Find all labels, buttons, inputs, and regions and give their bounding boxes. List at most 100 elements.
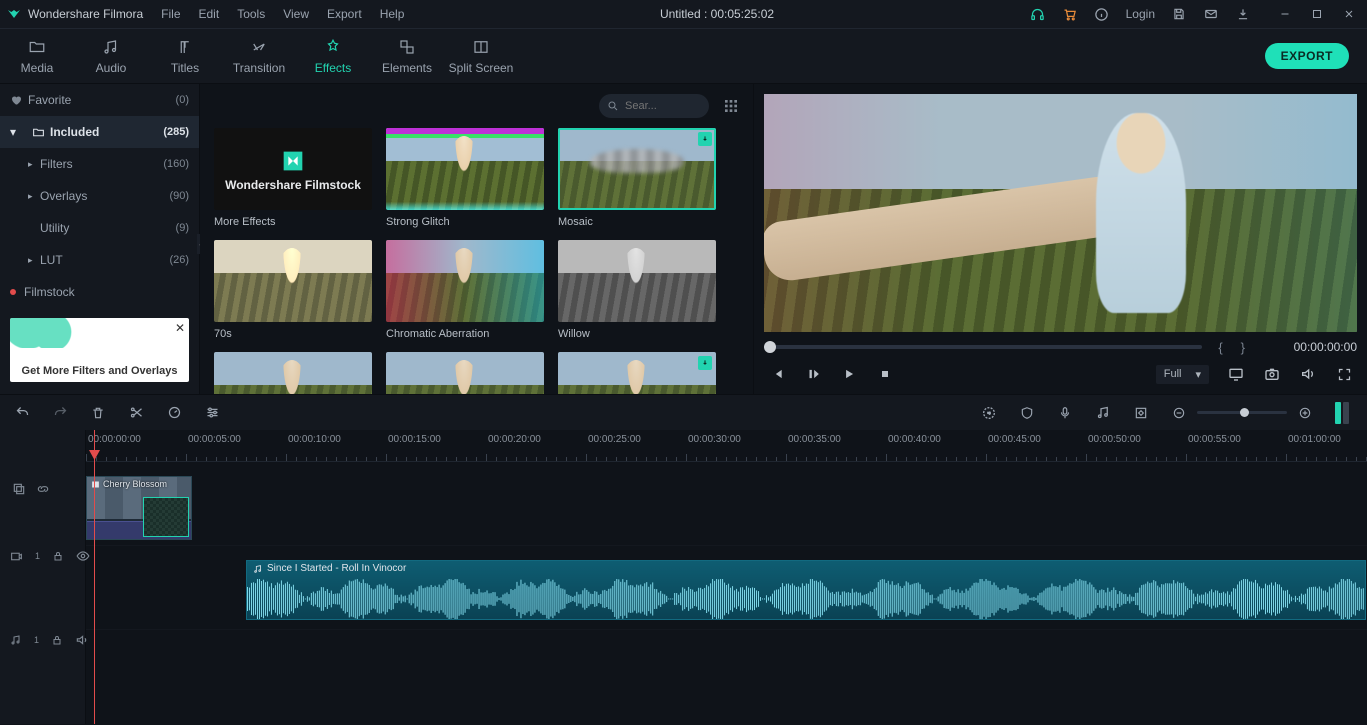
- view-grid-icon[interactable]: [723, 98, 739, 114]
- headset-icon[interactable]: [1030, 6, 1046, 22]
- export-button[interactable]: EXPORT: [1265, 43, 1349, 69]
- play-icon[interactable]: [840, 365, 858, 383]
- timeline-body[interactable]: 00:00:00:0000:00:05:0000:00:10:0000:00:1…: [86, 430, 1367, 724]
- track-size-toggle[interactable]: [1335, 402, 1353, 424]
- tab-transition[interactable]: Transition: [222, 29, 296, 83]
- video-track[interactable]: Cherry Blossom: [86, 462, 1367, 546]
- mark-in-icon[interactable]: {: [1218, 340, 1222, 355]
- marker-shield-icon[interactable]: [1019, 405, 1035, 421]
- delete-icon[interactable]: [90, 405, 106, 421]
- preview-scrubber: { } 00:00:00:00: [764, 340, 1357, 354]
- tab-icon: [176, 37, 194, 57]
- promo-card[interactable]: ✕ Get More Filters and Overlays: [10, 318, 189, 382]
- tab-elements[interactable]: Elements: [370, 29, 444, 83]
- preview-viewport[interactable]: [764, 94, 1357, 332]
- zoom-out-icon[interactable]: [1171, 405, 1187, 421]
- effect-thumb[interactable]: Willow: [558, 240, 716, 340]
- timeline-ruler[interactable]: 00:00:00:0000:00:05:0000:00:10:0000:00:1…: [86, 430, 1367, 462]
- minimize-icon[interactable]: [1277, 6, 1293, 22]
- stop-icon[interactable]: [876, 365, 894, 383]
- redo-icon[interactable]: [52, 405, 68, 421]
- keyframe-icon[interactable]: [1133, 405, 1149, 421]
- menu-export[interactable]: Export: [327, 7, 362, 21]
- fullscreen-icon[interactable]: [1335, 365, 1353, 383]
- maximize-icon[interactable]: [1309, 6, 1325, 22]
- search-box[interactable]: [599, 94, 709, 118]
- preview-panel: { } 00:00:00:00 Full ▾: [753, 84, 1367, 394]
- adjust-icon[interactable]: [204, 405, 220, 421]
- close-icon[interactable]: [1341, 6, 1357, 22]
- snapshot-icon[interactable]: [1263, 365, 1281, 383]
- tab-titles[interactable]: Titles: [148, 29, 222, 83]
- effect-thumb[interactable]: Wondershare FilmstockMore Effects: [214, 128, 372, 228]
- promo-art: [10, 318, 84, 348]
- lock-track-icon[interactable]: [52, 550, 64, 562]
- sidebar-item-filters[interactable]: ▸ Filters(160): [0, 148, 199, 180]
- preview-controls: Full ▾: [754, 354, 1367, 394]
- tab-audio[interactable]: Audio: [74, 29, 148, 83]
- sidebar-included[interactable]: ▾ Included (285): [0, 116, 199, 148]
- step-back-icon[interactable]: [768, 365, 786, 383]
- lock-track-icon[interactable]: [51, 634, 63, 646]
- sidebar-favorite[interactable]: Favorite (0): [0, 84, 199, 116]
- film-icon: [91, 480, 100, 489]
- download-icon[interactable]: [1235, 6, 1251, 22]
- voiceover-icon[interactable]: [1057, 405, 1073, 421]
- promo-close-icon[interactable]: ✕: [175, 321, 185, 335]
- sidebar-item-overlays[interactable]: ▸ Overlays(90): [0, 180, 199, 212]
- effect-thumb[interactable]: [386, 352, 544, 394]
- sidebar-item-lut[interactable]: ▸ LUT(26): [0, 244, 199, 276]
- audio-clip[interactable]: Since I Started - Roll In Vinocor: [246, 560, 1366, 620]
- render-icon[interactable]: [981, 405, 997, 421]
- menu-view[interactable]: View: [283, 7, 309, 21]
- effect-thumb[interactable]: Mosaic: [558, 128, 716, 228]
- zoom-knob[interactable]: [1240, 408, 1249, 417]
- undo-icon[interactable]: [14, 405, 30, 421]
- volume-icon[interactable]: [1299, 365, 1317, 383]
- heart-icon: [10, 94, 28, 106]
- display-icon[interactable]: [1227, 365, 1245, 383]
- speed-icon[interactable]: [166, 405, 182, 421]
- split-icon[interactable]: [128, 405, 144, 421]
- scrub-track[interactable]: [764, 345, 1202, 349]
- video-clip[interactable]: Cherry Blossom: [86, 476, 192, 540]
- save-icon[interactable]: [1171, 6, 1187, 22]
- play-pause-icon[interactable]: [804, 365, 822, 383]
- audio-track[interactable]: Since I Started - Roll In Vinocor: [86, 546, 1367, 630]
- login-button[interactable]: Login: [1126, 7, 1155, 21]
- menu-file[interactable]: File: [161, 7, 180, 21]
- tab-icon: [324, 37, 342, 57]
- applied-effect-indicator[interactable]: [143, 497, 189, 537]
- sidebar-filmstock[interactable]: Filmstock: [0, 276, 199, 308]
- quality-select[interactable]: Full ▾: [1156, 365, 1209, 384]
- effect-thumb[interactable]: [214, 352, 372, 394]
- zoom-slider[interactable]: [1197, 411, 1287, 414]
- video-track-icon: [10, 550, 23, 563]
- promo-text: Get More Filters and Overlays: [10, 365, 189, 378]
- effect-thumb[interactable]: 70s: [214, 240, 372, 340]
- tab-effects[interactable]: Effects: [296, 29, 370, 83]
- audio-mix-icon[interactable]: [1095, 405, 1111, 421]
- sidebar-item-utility[interactable]: Utility(9): [0, 212, 199, 244]
- playhead[interactable]: [94, 430, 95, 724]
- menu-tools[interactable]: Tools: [237, 7, 265, 21]
- menu-edit[interactable]: Edit: [199, 7, 220, 21]
- zoom-in-icon[interactable]: [1297, 405, 1313, 421]
- effect-thumb[interactable]: Strong Glitch: [386, 128, 544, 228]
- tab-media[interactable]: Media: [0, 29, 74, 83]
- tab-icon: [250, 37, 268, 57]
- ruler-label: 00:00:25:00: [588, 434, 641, 445]
- cart-icon[interactable]: [1062, 6, 1078, 22]
- tab-split-screen[interactable]: Split Screen: [444, 29, 518, 83]
- info-icon[interactable]: [1094, 6, 1110, 22]
- link-track-icon[interactable]: [36, 482, 85, 496]
- effect-thumb[interactable]: Chromatic Aberration: [386, 240, 544, 340]
- search-input[interactable]: [625, 100, 695, 112]
- mark-out-icon[interactable]: }: [1241, 340, 1245, 355]
- effect-thumb[interactable]: [558, 352, 716, 394]
- filmstock-logo-icon: [279, 147, 307, 175]
- mail-icon[interactable]: [1203, 6, 1219, 22]
- menu-help[interactable]: Help: [380, 7, 405, 21]
- scrub-knob[interactable]: [764, 341, 776, 353]
- effect-label: 70s: [214, 328, 372, 340]
